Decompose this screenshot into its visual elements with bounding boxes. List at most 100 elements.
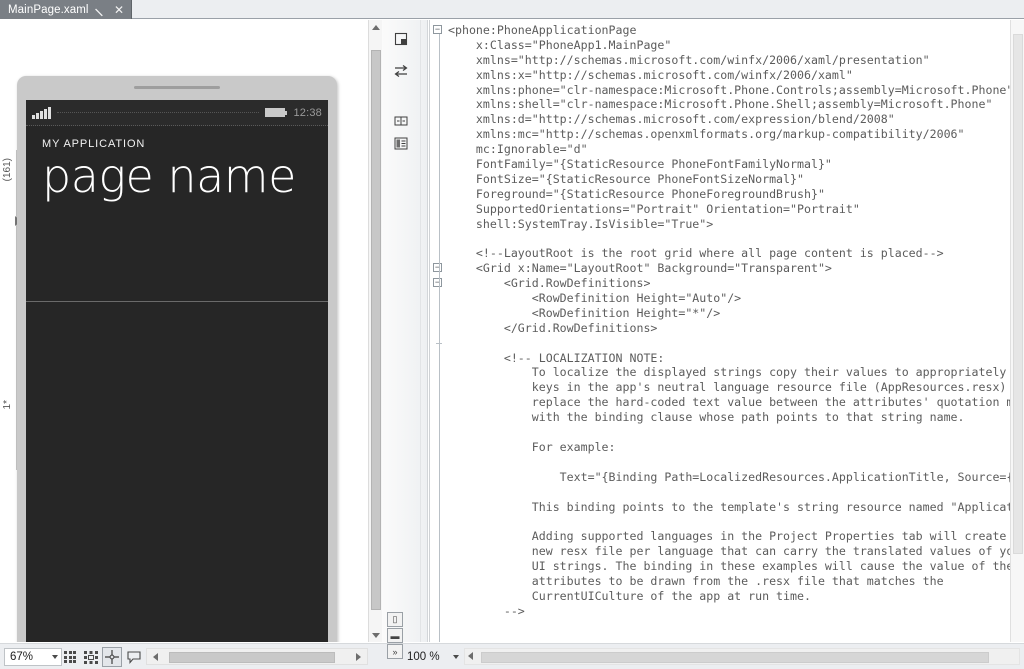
collapse-pane-icon[interactable]: » [387, 644, 403, 659]
splitter-separator [420, 20, 421, 642]
title-panel[interactable]: MY APPLICATION page name [26, 126, 328, 202]
outlining-gutter[interactable]: − − − [430, 20, 448, 642]
clock-label: 12:38 [293, 106, 322, 119]
code-line: <!--LayoutRoot is the root grid where al… [448, 246, 944, 261]
pin-icon[interactable]: ⚊ [92, 0, 111, 19]
code-line: <Grid x:Name="LayoutRoot" Background="Tr… [448, 261, 832, 276]
designer-zoom-combobox[interactable]: 67% [4, 648, 62, 666]
fold-toggle-icon[interactable]: − [433, 278, 442, 288]
designer-vertical-scrollbar[interactable] [368, 20, 382, 642]
designer-horizontal-scrollbar[interactable] [146, 648, 368, 665]
outlining-end-tick [436, 342, 442, 344]
editor-scroll-left-icon[interactable] [468, 652, 473, 660]
code-line: FontFamily="{StaticResource PhoneFontFam… [448, 157, 832, 172]
code-line: <RowDefinition Height="Auto"/> [448, 291, 742, 306]
pane-horizontal-icon[interactable]: ▬ [387, 628, 403, 643]
outlining-line [439, 34, 440, 642]
code-line: <RowDefinition Height="*"/> [448, 305, 721, 320]
code-line: <!-- LOCALIZATION NOTE: [448, 350, 665, 365]
code-line: FontSize="{StaticResource PhoneFontSizeN… [448, 171, 804, 186]
code-line: <phone:PhoneApplicationPage [448, 23, 637, 37]
code-line: For example: [448, 439, 616, 454]
vertical-split-icon[interactable] [390, 132, 412, 154]
code-line: Text="{Binding Path=LocalizedResources.A… [448, 469, 1024, 484]
scroll-right-icon[interactable] [356, 653, 361, 661]
code-line: xmlns:shell="clr-namespace:Microsoft.Pho… [448, 97, 993, 112]
pane-vertical-icon[interactable]: ▯ [387, 612, 403, 627]
code-line: replace the hard-coded text value betwee… [448, 395, 1024, 410]
editor-horizontal-scrollbar[interactable] [464, 648, 1020, 665]
editor-scroll-thumb[interactable] [1013, 34, 1023, 554]
chevron-down-icon-editor[interactable] [453, 655, 459, 659]
close-icon[interactable]: ✕ [114, 4, 125, 16]
code-line: This binding points to the template's st… [448, 499, 1024, 514]
fold-toggle-icon[interactable]: − [433, 263, 442, 273]
code-text[interactable]: <phone:PhoneApplicationPage x:Class="Pho… [448, 20, 1024, 632]
chevron-down-icon[interactable] [52, 655, 58, 659]
snap-to-grid-icon[interactable] [81, 647, 101, 667]
row-ruler-label-1: (161) [2, 158, 13, 182]
code-line: xmlns:phone="clr-namespace:Microsoft.Pho… [448, 82, 1014, 97]
code-line: CurrentUICulture of the app at run time. [448, 588, 811, 603]
signal-bars-icon [32, 106, 51, 119]
row-ruler-label-2: 1* [2, 400, 13, 410]
code-line: Foreground="{StaticResource PhoneForegro… [448, 186, 825, 201]
page-title: page name [42, 149, 296, 203]
scroll-down-icon[interactable] [369, 628, 383, 642]
code-line: xmlns:mc="http://schemas.openxmlformats.… [448, 127, 965, 142]
code-line: To localize the displayed strings copy t… [448, 365, 1024, 380]
phone-chassis: 12:38 MY APPLICATION page name [17, 76, 337, 642]
code-line: UI strings. The binding in these example… [448, 559, 1014, 574]
tab-title: MainPage.xaml [8, 3, 89, 16]
content-panel[interactable] [26, 302, 328, 642]
show-annotations-icon[interactable] [124, 647, 144, 667]
editor-pane-buttons: ▯ ▬ » [387, 612, 405, 660]
designer-hscroll-thumb[interactable] [169, 652, 335, 663]
code-line: xmlns:d="http://schemas.microsoft.com/ex… [448, 112, 895, 127]
snap-to-snaplines-icon[interactable] [102, 647, 122, 667]
code-line: shell:SystemTray.IsVisible="True"> [448, 216, 714, 231]
code-line: keys in the app's neutral language resou… [448, 380, 1024, 395]
editor-zoom-value: 100 % [407, 651, 440, 663]
scroll-thumb[interactable] [371, 50, 381, 610]
code-line: xmlns:x="http://schemas.microsoft.com/wi… [448, 67, 853, 82]
code-line: SupportedOrientations="Portrait" Orienta… [448, 201, 860, 216]
xaml-code-editor[interactable]: − − − <phone:PhoneApplicationPage x:Class=… [429, 20, 1024, 642]
horizontal-split-icon[interactable] [390, 110, 412, 132]
expand-pane-icon[interactable] [390, 28, 412, 50]
editor-zoom-combobox[interactable]: 100 % [407, 648, 463, 666]
editor-hscroll-thumb[interactable] [481, 652, 989, 663]
document-tab-strip: MainPage.xaml ⚊ ✕ [0, 0, 1024, 19]
scroll-left-icon[interactable] [153, 653, 158, 661]
editor-vertical-scrollbar[interactable] [1010, 20, 1024, 642]
code-line: attributes to be drawn from the .resx fi… [448, 573, 944, 588]
visual-studio-xaml-designer: MainPage.xaml ⚊ ✕ (161) 1* 12:38 MY APPL… [0, 0, 1024, 669]
system-tray-spacer [56, 112, 260, 113]
phone-system-tray: 12:38 [26, 100, 328, 126]
swap-panes-icon[interactable] [390, 60, 412, 82]
battery-icon [265, 108, 288, 117]
code-line: x:Class="PhoneApp1.MainPage" [448, 37, 672, 52]
designer-zoom-value: 67% [10, 651, 34, 663]
code-line: xmlns="http://schemas.microsoft.com/winf… [448, 52, 930, 67]
code-line: with the binding clause whose path point… [448, 410, 965, 425]
code-line: --> [448, 603, 525, 618]
code-line: Adding supported languages in the Projec… [448, 529, 1021, 544]
code-line: </Grid.RowDefinitions> [448, 320, 658, 335]
tab-mainpage-xaml[interactable]: MainPage.xaml ⚊ ✕ [0, 0, 132, 19]
show-grid-icon[interactable] [60, 647, 80, 667]
code-line: <Grid.RowDefinitions> [448, 276, 651, 291]
code-line: new resx file per language that can carr… [448, 544, 1024, 559]
fold-toggle-icon[interactable]: − [433, 25, 442, 34]
phone-screen[interactable]: 12:38 MY APPLICATION page name [26, 100, 328, 642]
designer-surface[interactable]: (161) 1* 12:38 MY APPLICATION page name [0, 20, 365, 642]
scroll-up-icon[interactable] [369, 20, 382, 34]
code-line: mc:Ignorable="d" [448, 142, 588, 157]
